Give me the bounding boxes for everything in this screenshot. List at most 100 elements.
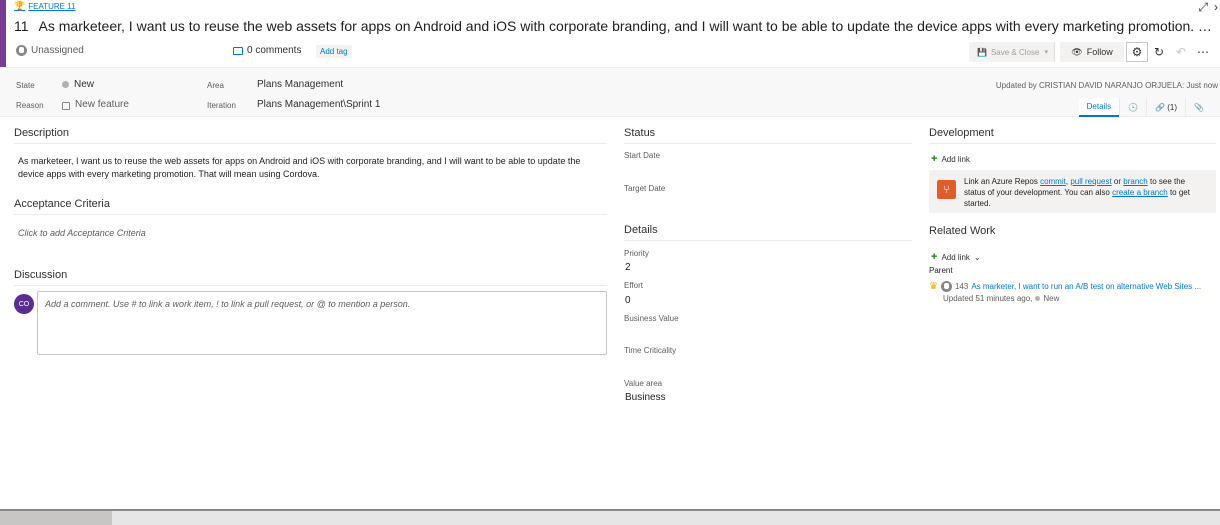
dev-text-2: ,: [1065, 177, 1069, 186]
effort-value[interactable]: 0: [625, 295, 631, 306]
plus-icon: +: [931, 153, 938, 165]
follow-label: Follow: [1086, 47, 1113, 57]
priority-label: Priority: [624, 249, 649, 258]
details-title: Details: [624, 224, 912, 241]
backdrop-panel: [0, 509, 112, 525]
assigned-to[interactable]: Unassigned: [16, 45, 84, 56]
development-info: ⑂ Link an Azure Repos commit, pull reque…: [929, 170, 1216, 213]
user-icon: [16, 45, 27, 56]
acceptance-criteria-input[interactable]: Click to add Acceptance Criteria: [18, 228, 146, 238]
business-value-label: Business Value: [624, 314, 679, 323]
comment-input[interactable]: Add a comment. Use # to link a work item…: [37, 291, 607, 355]
state-value[interactable]: New: [74, 79, 94, 90]
crown-icon: ♛: [929, 281, 938, 292]
create-branch-link[interactable]: create a branch: [1112, 188, 1168, 197]
status-title: Status: [624, 127, 912, 144]
area-value[interactable]: Plans Management: [257, 79, 343, 90]
chevron-down-icon[interactable]: ⌄: [974, 253, 981, 262]
parent-state: New: [1043, 294, 1060, 303]
user-icon: [940, 281, 952, 292]
assigned-to-label[interactable]: Unassigned: [31, 45, 84, 56]
parent-meta: Updated 51 minutes ago, New: [943, 294, 1059, 303]
undo-icon[interactable]: ↶: [1170, 42, 1192, 62]
related-add-link-label[interactable]: Add link: [941, 253, 969, 262]
related-work-add-link[interactable]: + Add link ⌄: [931, 251, 981, 263]
link-icon: 🔗: [1155, 103, 1166, 112]
eye-icon: 👁: [1071, 46, 1083, 57]
reason-value[interactable]: New feature: [75, 99, 129, 110]
development-text: Link an Azure Repos commit, pull request…: [964, 176, 1204, 209]
related-work-title: Related Work: [929, 225, 996, 237]
acceptance-criteria-title: Acceptance Criteria: [14, 198, 607, 215]
value-area-label: Value area: [624, 379, 663, 388]
save-close-button[interactable]: 💾 Save & Close ▾: [969, 42, 1055, 62]
work-item-type-color-bar: [0, 0, 6, 67]
target-date-label: Target Date: [624, 184, 666, 193]
tab-history[interactable]: 🕓: [1119, 98, 1146, 117]
refresh-icon[interactable]: ↻: [1148, 42, 1170, 62]
development-add-link-label[interactable]: Add link: [941, 155, 969, 164]
page-tabs: Details 🕓 🔗 (1) 📎: [1078, 98, 1212, 117]
plus-icon: +: [931, 251, 938, 263]
parent-id: 143: [954, 282, 969, 291]
feature-link[interactable]: 🏆 FEATURE 11: [14, 1, 76, 12]
tab-links[interactable]: 🔗 (1): [1146, 98, 1185, 117]
more-icon[interactable]: ⋯: [1192, 42, 1214, 62]
development-title: Development: [929, 127, 1216, 144]
paperclip-icon: 📎: [1194, 103, 1204, 112]
save-close-label: Save & Close: [990, 47, 1040, 57]
tab-details[interactable]: Details: [1078, 98, 1120, 117]
value-area-value[interactable]: Business: [625, 392, 666, 403]
dev-text-1: Link an Azure Repos: [964, 177, 1038, 186]
toolbar: 💾 Save & Close ▾ 👁 Follow ⚙ ↻ ↶ ⋯: [969, 42, 1214, 62]
effort-label: Effort: [624, 281, 643, 290]
discussion-title: Discussion: [14, 269, 607, 286]
state-dot-icon: [62, 81, 69, 88]
gear-icon[interactable]: ⚙: [1126, 42, 1148, 62]
chevron-down-icon[interactable]: ▾: [1044, 48, 1048, 56]
history-icon: 🕓: [1128, 103, 1139, 112]
bottom-backdrop: [0, 509, 1220, 525]
comment-placeholder: Add a comment. Use # to link a work item…: [45, 299, 411, 309]
feature-link-label[interactable]: FEATURE 11: [28, 2, 75, 11]
follow-button[interactable]: 👁 Follow: [1060, 42, 1124, 62]
state-dot-icon: [1035, 296, 1041, 301]
dev-text-3: or: [1113, 177, 1122, 186]
description-title: Description: [14, 127, 607, 144]
save-icon: 💾: [977, 47, 987, 57]
window-actions: ⤢ ›: [1198, 0, 1218, 15]
development-add-link[interactable]: + Add link: [931, 153, 970, 165]
comments-count[interactable]: 0 comments: [247, 45, 301, 56]
priority-value[interactable]: 2: [625, 262, 631, 273]
time-criticality-label: Time Criticality: [624, 346, 677, 355]
branch-link[interactable]: branch: [1123, 177, 1147, 186]
comments-link[interactable]: 0 comments: [233, 45, 301, 56]
start-date-label: Start Date: [624, 151, 661, 160]
tab-attachments[interactable]: 📎: [1185, 98, 1212, 117]
pull-request-link[interactable]: pull request: [1070, 177, 1111, 186]
state-field[interactable]: New: [62, 79, 94, 90]
expand-icon[interactable]: ⤢: [1198, 0, 1208, 15]
reason-field[interactable]: New feature: [62, 99, 129, 110]
commit-link[interactable]: commit: [1040, 177, 1066, 186]
area-label: Area: [207, 81, 224, 90]
parent-label: Parent: [929, 266, 953, 275]
updated-by[interactable]: Updated by CRISTIAN DAVID NARANJO ORJUEL…: [996, 81, 1218, 90]
divider: [0, 509, 1220, 511]
trophy-icon: 🏆: [14, 1, 26, 11]
add-tag-button[interactable]: Add tag: [316, 45, 352, 58]
parent-title-link[interactable]: As marketer, I want to run an A/B test o…: [971, 282, 1201, 291]
parent-updated: Updated 51 minutes ago,: [943, 294, 1033, 303]
state-label: State: [16, 81, 35, 90]
description-text[interactable]: As marketeer, I want us to reuse the web…: [18, 155, 603, 181]
lock-icon: [62, 101, 70, 110]
iteration-value[interactable]: Plans Management\Sprint 1: [257, 99, 380, 110]
comment-icon: [233, 46, 243, 55]
close-icon[interactable]: ›: [1214, 0, 1218, 15]
reason-label: Reason: [16, 101, 44, 110]
work-item-id: 11: [14, 18, 29, 34]
work-item-title[interactable]: 11 As marketeer, I want us to reuse the w…: [14, 18, 1220, 34]
parent-work-item[interactable]: ♛ 143 As marketer, I want to run an A/B …: [929, 281, 1201, 292]
title-text[interactable]: As marketeer, I want us to reuse the web…: [39, 18, 1220, 34]
links-count: (1): [1167, 103, 1178, 112]
